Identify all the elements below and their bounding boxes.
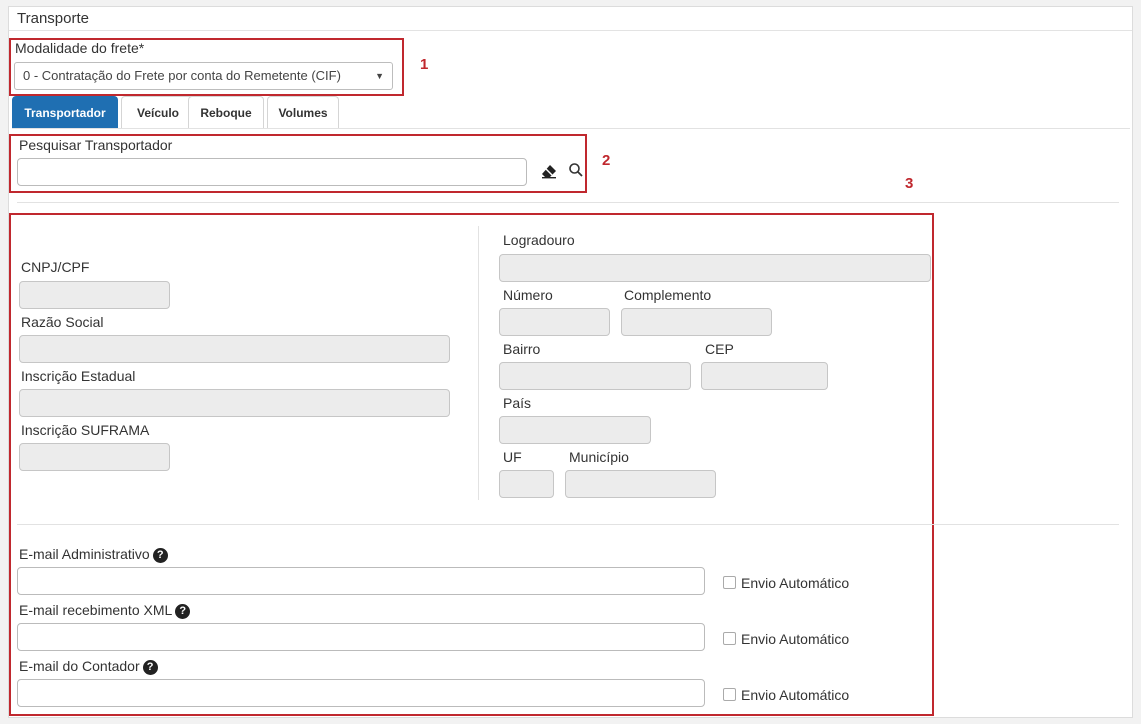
annotation-number-2: 2 — [602, 152, 611, 169]
email-section-divider — [17, 524, 1119, 525]
cep-field — [701, 362, 828, 390]
complemento-label: Complemento — [624, 287, 712, 303]
pais-label: País — [503, 395, 532, 411]
cnpj-field — [19, 281, 170, 309]
email-accountant-label: E-mail do Contador? — [19, 658, 158, 675]
razao-social-label: Razão Social — [21, 314, 104, 330]
inscricao-estadual-label: Inscrição Estadual — [21, 368, 136, 384]
auto-send-checkbox-accountant[interactable] — [723, 688, 736, 701]
email-accountant-input[interactable] — [17, 679, 705, 707]
bairro-label: Bairro — [503, 341, 541, 357]
section-divider — [17, 202, 1119, 203]
panel-title: Transporte — [9, 7, 1132, 31]
column-divider — [478, 226, 479, 500]
tab-volumes[interactable]: Volumes — [267, 96, 339, 128]
email-admin-input[interactable] — [17, 567, 705, 595]
pais-field — [499, 416, 651, 444]
freight-modality-value: 0 - Contratação do Frete por conta do Re… — [23, 68, 341, 83]
auto-send-checkbox-admin[interactable] — [723, 576, 736, 589]
tab-veiculo[interactable]: Veículo — [121, 96, 195, 128]
freight-modality-select[interactable]: 0 - Contratação do Frete por conta do Re… — [14, 62, 393, 90]
logradouro-field — [499, 254, 931, 282]
annotation-number-3: 3 — [905, 175, 914, 192]
annotation-number-1: 1 — [420, 56, 429, 73]
complemento-field — [621, 308, 772, 336]
search-icon[interactable] — [568, 162, 584, 178]
tab-transportador[interactable]: Transportador — [12, 96, 118, 128]
eraser-icon[interactable] — [541, 163, 557, 179]
auto-send-label-admin: Envio Automático — [741, 575, 850, 591]
logradouro-label: Logradouro — [503, 232, 575, 248]
search-carrier-label: Pesquisar Transportador — [19, 137, 173, 153]
email-accountant-label-text: E-mail do Contador — [19, 658, 140, 674]
municipio-field — [565, 470, 716, 498]
question-circle-icon[interactable]: ? — [152, 548, 168, 563]
question-circle-icon[interactable]: ? — [142, 660, 158, 675]
auto-send-checkbox-xml[interactable] — [723, 632, 736, 645]
email-xml-label-text: E-mail recebimento XML — [19, 602, 173, 618]
email-admin-label-text: E-mail Administrativo — [19, 546, 150, 562]
tab-divider — [12, 128, 1130, 129]
cnpj-label: CNPJ/CPF — [21, 259, 90, 275]
inscricao-suframa-field — [19, 443, 170, 471]
cep-label: CEP — [705, 341, 734, 357]
email-xml-input[interactable] — [17, 623, 705, 651]
uf-label: UF — [503, 449, 522, 465]
freight-modality-label: Modalidade do frete* — [15, 40, 145, 56]
inscricao-estadual-field — [19, 389, 450, 417]
razao-social-field — [19, 335, 450, 363]
uf-field — [499, 470, 554, 498]
email-admin-label: E-mail Administrativo? — [19, 546, 168, 563]
inscricao-suframa-label: Inscrição SUFRAMA — [21, 422, 150, 438]
bairro-field — [499, 362, 691, 390]
municipio-label: Município — [569, 449, 629, 465]
numero-label: Número — [503, 287, 553, 303]
tab-reboque[interactable]: Reboque — [188, 96, 264, 128]
dropdown-arrow-icon: ▼ — [375, 71, 384, 81]
search-carrier-input[interactable] — [17, 158, 527, 186]
auto-send-label-xml: Envio Automático — [741, 631, 850, 647]
question-circle-icon[interactable]: ? — [175, 604, 191, 619]
auto-send-label-accountant: Envio Automático — [741, 687, 850, 703]
email-xml-label: E-mail recebimento XML? — [19, 602, 191, 619]
numero-field — [499, 308, 610, 336]
